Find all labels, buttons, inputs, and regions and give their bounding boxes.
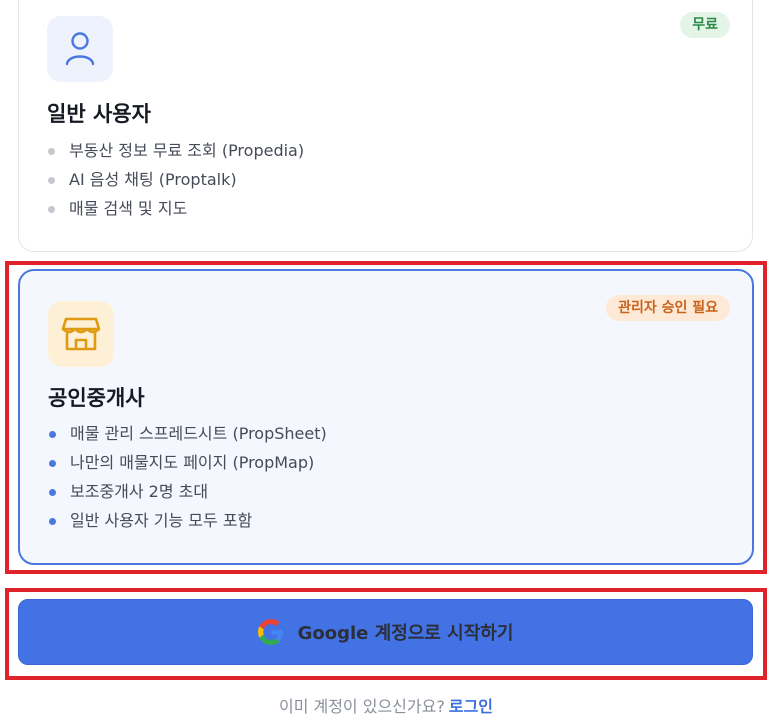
role-card-broker[interactable]: 관리자 승인 필요 공인중개사 매물 관리 스프레드시트 (PropSheet)…: [18, 269, 754, 565]
list-item: 일반 사용자 기능 모두 포함: [48, 510, 327, 539]
login-prompt: 이미 계정이 있으신가요? 로그인: [0, 693, 772, 717]
bullet-dot: [48, 206, 55, 213]
feature-list-broker: 매물 관리 스프레드시트 (PropSheet) 나만의 매물지도 페이지 (P…: [48, 423, 327, 539]
list-item: AI 음성 채팅 (Proptalk): [47, 169, 304, 198]
free-badge: 무료: [680, 12, 730, 38]
list-item: 매물 관리 스프레드시트 (PropSheet): [48, 423, 327, 452]
store-icon: [48, 301, 114, 367]
bullet-dot: [49, 460, 56, 467]
google-signin-label: Google 계정으로 시작하기: [297, 623, 514, 644]
bullet-dot: [48, 148, 55, 155]
google-icon: [257, 619, 283, 645]
login-link[interactable]: 로그인: [449, 697, 493, 716]
role-card-general[interactable]: 무료 일반 사용자 부동산 정보 무료 조회 (Propedia) AI 음성 …: [18, 0, 753, 252]
feature-list-general: 부동산 정보 무료 조회 (Propedia) AI 음성 채팅 (Propta…: [47, 140, 304, 227]
role-title-general: 일반 사용자: [47, 102, 151, 126]
bullet-dot: [49, 431, 56, 438]
google-signin-button[interactable]: Google 계정으로 시작하기: [18, 599, 753, 665]
list-item: 보조중개사 2명 초대: [48, 481, 327, 510]
list-item: 매물 검색 및 지도: [47, 198, 304, 227]
approval-required-badge: 관리자 승인 필요: [606, 295, 730, 321]
user-icon: [47, 16, 113, 82]
list-item: 나만의 매물지도 페이지 (PropMap): [48, 452, 327, 481]
bullet-dot: [49, 489, 56, 496]
bullet-dot: [48, 177, 55, 184]
bullet-dot: [49, 518, 56, 525]
login-prompt-text: 이미 계정이 있으신가요?: [278, 697, 445, 716]
list-item: 부동산 정보 무료 조회 (Propedia): [47, 140, 304, 169]
role-title-broker: 공인중개사: [48, 386, 145, 410]
